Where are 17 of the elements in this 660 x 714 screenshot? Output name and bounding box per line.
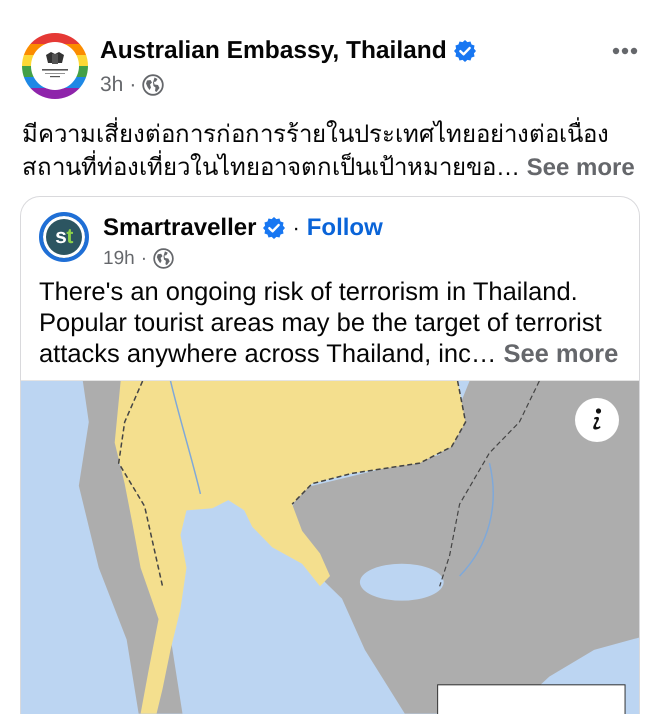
- shared-post-card[interactable]: st Smartraveller · Follow 19h · There's an ongoing risk of terrorism in Thailand. Popular tourist areas may be the target of terrorist attacks anywhere across Thailand, inc… See more: [20, 196, 640, 714]
- separator-dot: ·: [292, 216, 300, 239]
- shared-post-text: There's an ongoing risk of terrorism in Thailand. Popular tourist areas may be the target of terrorist attacks anywhere across Thailand, inc… See more: [38, 277, 620, 370]
- see-more-link[interactable]: See more: [503, 340, 618, 368]
- more-icon: [612, 47, 638, 55]
- avatar-icon[interactable]: [22, 33, 88, 99]
- post-time: 3h: [100, 73, 124, 98]
- follow-link[interactable]: Follow: [306, 214, 383, 242]
- author-name[interactable]: Australian Embassy, Thailand: [100, 37, 447, 66]
- separator-dot: ·: [129, 73, 136, 98]
- post-time: 19h: [103, 248, 135, 270]
- info-icon: [591, 408, 603, 432]
- author-name[interactable]: Smartraveller: [103, 214, 256, 242]
- post-text: มีความเสี่ยงต่อการก่อการร้ายในประเทศไทยอย่างต่อเนื่อง สถานที่ท่องเที่ยวในไทยอาจตกเป็นเป้าหมายขอ… See more: [20, 118, 640, 184]
- separator-dot: ·: [140, 248, 148, 270]
- see-more-link[interactable]: See more: [526, 154, 635, 181]
- logo-avatar[interactable]: st: [39, 212, 89, 262]
